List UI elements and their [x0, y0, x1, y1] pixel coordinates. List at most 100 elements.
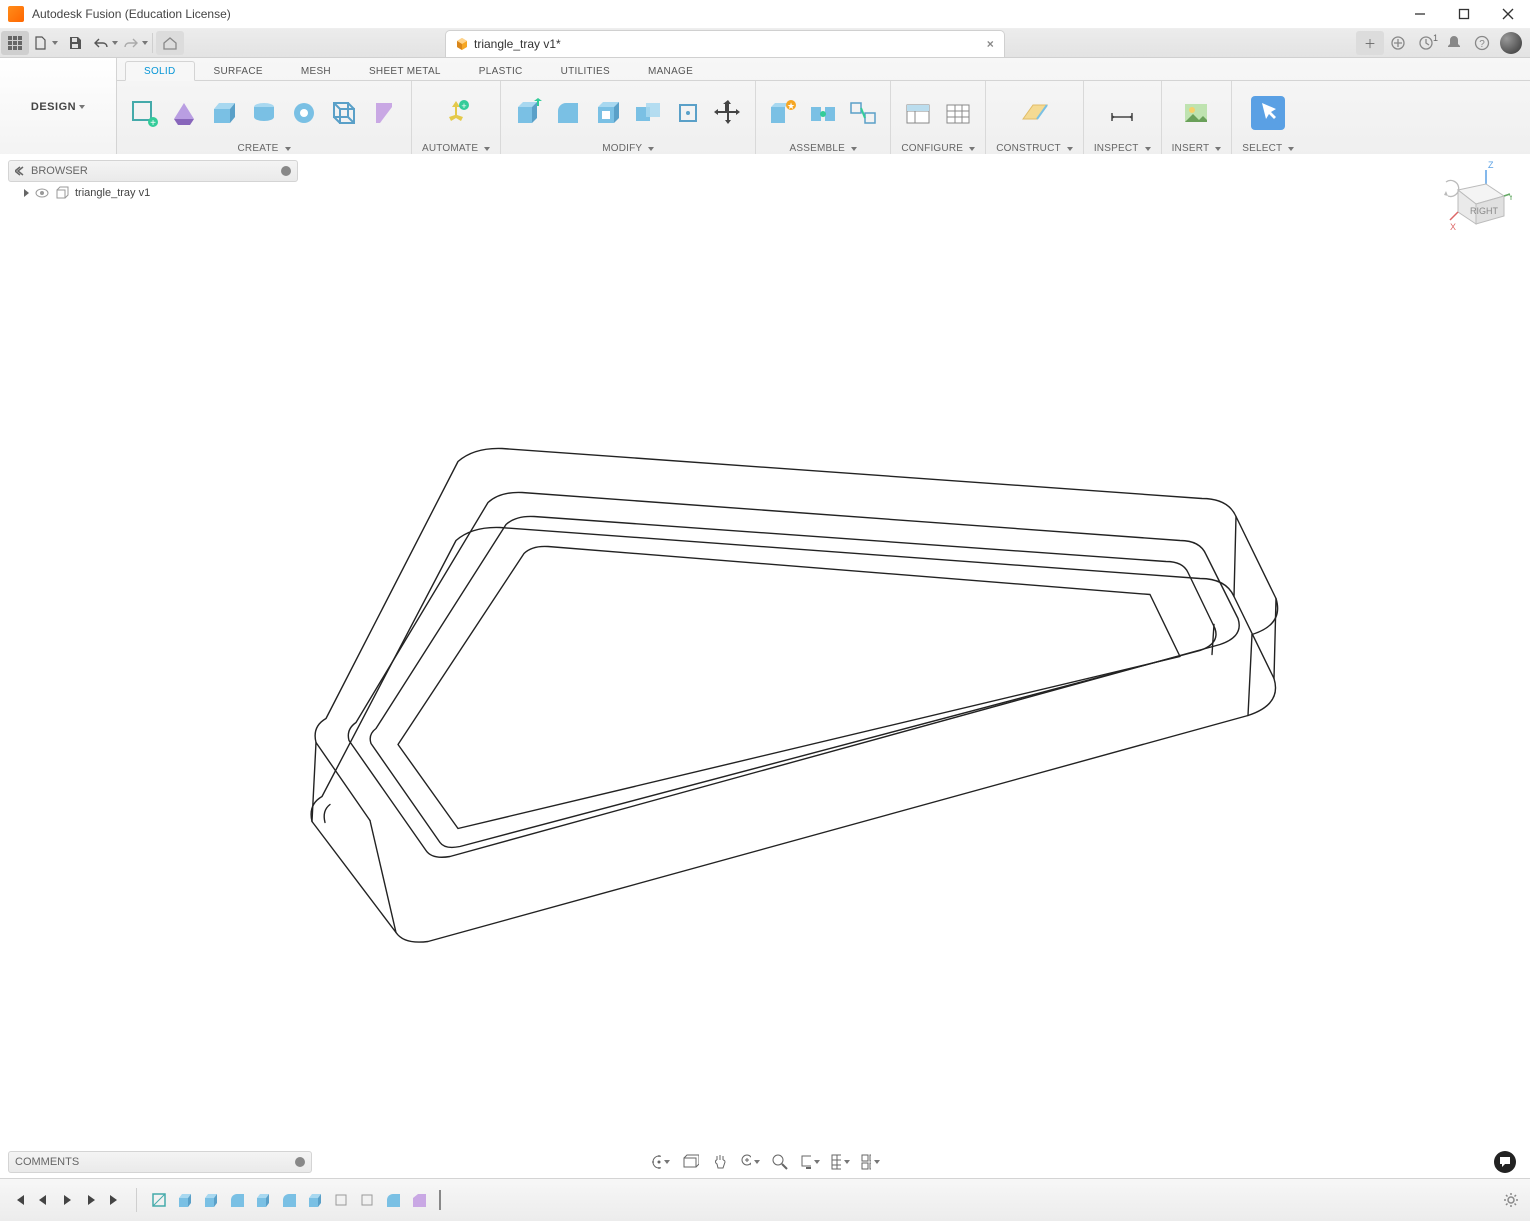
timeline-feature-extrude-4[interactable]: [305, 1190, 325, 1210]
viewport-layout-button[interactable]: [860, 1152, 880, 1172]
extrude-button[interactable]: [207, 96, 241, 130]
group-inspect-label[interactable]: INSPECT: [1094, 143, 1151, 154]
undo-button[interactable]: [91, 31, 119, 55]
sweep-button[interactable]: [287, 96, 321, 130]
timeline-feature-fillet-3[interactable]: [383, 1190, 403, 1210]
loft-button[interactable]: [327, 96, 361, 130]
shell-button[interactable]: [591, 96, 625, 130]
close-tab-button[interactable]: ×: [987, 37, 994, 51]
group-modify-label[interactable]: MODIFY: [602, 143, 654, 154]
group-insert: INSERT: [1162, 81, 1233, 156]
extensions-button[interactable]: [1384, 31, 1412, 55]
display-settings-button[interactable]: [800, 1152, 820, 1172]
comments-pin-button[interactable]: [295, 1157, 305, 1167]
new-component-button[interactable]: ★: [766, 96, 800, 130]
look-at-button[interactable]: [680, 1152, 700, 1172]
combine-button[interactable]: [631, 96, 665, 130]
data-panel-button[interactable]: [1, 31, 29, 55]
timeline-settings-button[interactable]: [1502, 1191, 1520, 1209]
group-modify: MODIFY: [501, 81, 756, 156]
automate-button[interactable]: +: [439, 96, 473, 130]
document-tab[interactable]: triangle_tray v1* ×: [445, 30, 1005, 57]
fillet-button[interactable]: [551, 96, 585, 130]
group-select-label[interactable]: SELECT: [1242, 143, 1294, 154]
timeline-feature-extrude-3[interactable]: [253, 1190, 273, 1210]
orbit-button[interactable]: [650, 1152, 670, 1172]
file-menu-button[interactable]: [31, 31, 59, 55]
group-construct-label[interactable]: CONSTRUCT: [996, 143, 1073, 154]
comments-panel-header[interactable]: COMMENTS: [8, 1151, 312, 1173]
ribbon-tab-solid[interactable]: SOLID: [125, 61, 195, 81]
timeline-feature-fillet-2[interactable]: [279, 1190, 299, 1210]
fit-button[interactable]: [770, 1152, 790, 1172]
help-button[interactable]: ?: [1468, 31, 1496, 55]
timeline-step-forward-button[interactable]: [82, 1191, 100, 1209]
group-assemble-label[interactable]: ASSEMBLE: [789, 143, 857, 154]
svg-text:+: +: [461, 101, 466, 111]
model-canvas[interactable]: [0, 154, 1530, 1179]
ribbon-tab-surface[interactable]: SURFACE: [195, 61, 282, 80]
select-button[interactable]: [1251, 96, 1285, 130]
user-avatar[interactable]: [1500, 32, 1522, 54]
redo-button[interactable]: [121, 31, 149, 55]
notifications-button[interactable]: [1440, 31, 1468, 55]
timeline-feature-extrude-1[interactable]: [175, 1190, 195, 1210]
ribbon-tab-mesh[interactable]: MESH: [282, 61, 350, 80]
ribbon-tab-sheet-metal[interactable]: SHEET METAL: [350, 61, 460, 80]
group-automate-label[interactable]: AUTOMATE: [422, 143, 490, 154]
create-form-button[interactable]: [167, 96, 201, 130]
draft-button[interactable]: [671, 96, 705, 130]
group-insert-label[interactable]: INSERT: [1172, 143, 1222, 154]
pan-button[interactable]: [710, 1152, 730, 1172]
timeline-start-button[interactable]: [10, 1191, 28, 1209]
zoom-button[interactable]: [740, 1152, 760, 1172]
group-configure: CONFIGURE: [891, 81, 986, 156]
group-create-label[interactable]: CREATE: [237, 143, 290, 154]
ribbon-tab-plastic[interactable]: PLASTIC: [460, 61, 542, 80]
grid-settings-button[interactable]: [830, 1152, 850, 1172]
svg-text:+: +: [150, 118, 156, 129]
workspace-switcher[interactable]: DESIGN: [0, 58, 117, 156]
maximize-button[interactable]: [1442, 0, 1486, 28]
ribbon-tools: + CREATE + AUTOMATE: [117, 81, 1530, 156]
timeline-feature-sketch[interactable]: [149, 1190, 169, 1210]
close-button[interactable]: [1486, 0, 1530, 28]
assistant-button[interactable]: [1494, 1151, 1516, 1173]
construct-plane-button[interactable]: [1018, 96, 1052, 130]
timeline-feature-extrude-2[interactable]: [201, 1190, 221, 1210]
joint-button[interactable]: [806, 96, 840, 130]
svg-text:?: ?: [1479, 39, 1485, 50]
svg-text:★: ★: [787, 101, 795, 111]
ribbon-tab-utilities[interactable]: UTILITIES: [542, 61, 629, 80]
configure-table-button[interactable]: [901, 96, 935, 130]
home-button[interactable]: [156, 31, 184, 55]
document-tab-area: triangle_tray v1* ×: [185, 29, 1356, 57]
timeline-step-back-button[interactable]: [34, 1191, 52, 1209]
revolve-button[interactable]: [247, 96, 281, 130]
change-parameters-button[interactable]: [941, 96, 975, 130]
job-status-button[interactable]: 1: [1412, 31, 1440, 55]
timeline-feature-chamfer[interactable]: [409, 1190, 429, 1210]
minimize-button[interactable]: [1398, 0, 1442, 28]
ribbon-tabstrip: SOLID SURFACE MESH SHEET METAL PLASTIC U…: [117, 58, 1530, 81]
group-automate: + AUTOMATE: [412, 81, 501, 156]
timeline-end-button[interactable]: [106, 1191, 124, 1209]
create-sketch-button[interactable]: +: [127, 96, 161, 130]
press-pull-button[interactable]: [511, 96, 545, 130]
timeline-feature-fillet-1[interactable]: [227, 1190, 247, 1210]
timeline-marker[interactable]: [435, 1190, 445, 1210]
move-button[interactable]: [711, 96, 745, 130]
timeline-feature-sketch-3[interactable]: [357, 1190, 377, 1210]
measure-button[interactable]: [1105, 96, 1139, 130]
ribbon-tab-manage[interactable]: MANAGE: [629, 61, 712, 80]
group-configure-label[interactable]: CONFIGURE: [901, 143, 975, 154]
document-cube-icon: [456, 38, 468, 50]
new-tab-button[interactable]: ＋: [1356, 31, 1384, 55]
save-button[interactable]: [61, 31, 89, 55]
rib-button[interactable]: [367, 96, 401, 130]
viewport[interactable]: BROWSER triangle_tray v1 Z RIGHT Y X: [0, 154, 1530, 1179]
timeline-feature-sketch-2[interactable]: [331, 1190, 351, 1210]
as-built-joint-button[interactable]: [846, 96, 880, 130]
timeline-play-button[interactable]: [58, 1191, 76, 1209]
insert-decal-button[interactable]: [1179, 96, 1213, 130]
